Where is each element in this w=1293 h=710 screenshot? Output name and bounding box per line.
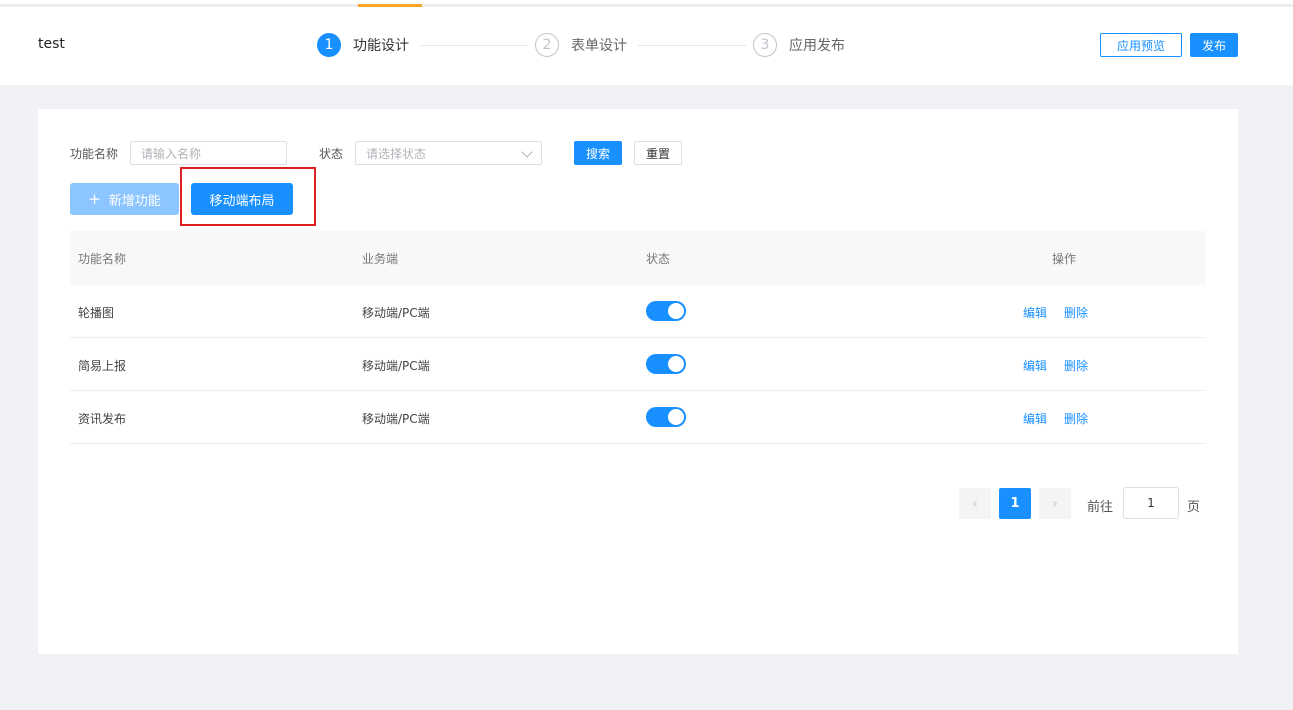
function-name-cell: 轮播图 — [78, 306, 115, 320]
publish-button[interactable]: 发布 — [1190, 33, 1238, 57]
column-header-platform: 业务端 — [362, 252, 399, 266]
page-number-current[interactable]: 1 — [999, 488, 1031, 519]
column-header-status: 状态 — [646, 252, 671, 266]
platform-cell: 移动端/PC端 — [362, 306, 430, 320]
edit-link[interactable]: 编辑 — [1023, 304, 1047, 321]
step-form-design[interactable]: 2 表单设计 — [535, 33, 627, 57]
app-preview-button[interactable]: 应用预览 — [1100, 33, 1182, 57]
delete-link[interactable]: 删除 — [1064, 410, 1088, 427]
function-name-cell: 资讯发布 — [78, 412, 127, 426]
add-function-label: 新增功能 — [108, 193, 161, 209]
step-label: 表单设计 — [571, 38, 627, 54]
next-page-button[interactable]: › — [1039, 488, 1071, 519]
table-header: 功能名称 业务端 状态 操作 — [70, 231, 1206, 285]
column-header-name: 功能名称 — [78, 252, 127, 266]
platform-cell: 移动端/PC端 — [362, 359, 430, 373]
edit-link[interactable]: 编辑 — [1023, 357, 1047, 374]
toggle-knob — [668, 356, 684, 372]
name-input-placeholder: 请输入名称 — [141, 146, 202, 161]
status-filter-label: 状态 — [319, 147, 344, 161]
status-toggle[interactable] — [646, 407, 686, 427]
table-row: 轮播图 移动端/PC端 编辑 删除 — [70, 285, 1206, 338]
step-function-design[interactable]: 1 功能设计 — [317, 33, 409, 57]
status-toggle[interactable] — [646, 354, 686, 374]
function-table: 功能名称 业务端 状态 操作 轮播图 移动端/PC端 编辑 删除 简易上报 移动… — [70, 231, 1206, 444]
chevron-down-icon — [521, 146, 533, 158]
step-app-publish[interactable]: 3 应用发布 — [753, 33, 845, 57]
goto-page-input[interactable]: 1 — [1123, 487, 1179, 519]
prev-page-button[interactable]: ‹ — [959, 488, 991, 519]
table-row: 简易上报 移动端/PC端 编辑 删除 — [70, 338, 1206, 391]
goto-label: 前往 — [1087, 500, 1114, 515]
step-number: 2 — [535, 33, 559, 57]
column-header-actions: 操作 — [1052, 252, 1077, 266]
name-filter-label: 功能名称 — [70, 147, 119, 161]
reset-button[interactable]: 重置 — [634, 141, 682, 165]
step-number: 1 — [317, 33, 341, 57]
toggle-knob — [668, 303, 684, 319]
toggle-knob — [668, 409, 684, 425]
app-title: test — [38, 36, 65, 52]
search-button[interactable]: 搜索 — [574, 141, 622, 165]
delete-link[interactable]: 删除 — [1064, 304, 1088, 321]
page-suffix-label: 页 — [1187, 500, 1201, 515]
delete-link[interactable]: 删除 — [1064, 357, 1088, 374]
function-name-cell: 简易上报 — [78, 359, 127, 373]
status-select-placeholder: 请选择状态 — [366, 146, 427, 161]
step-number: 3 — [753, 33, 777, 57]
step-label: 应用发布 — [789, 38, 845, 54]
add-function-button[interactable]: + 新增功能 — [70, 183, 179, 215]
status-select[interactable]: 请选择状态 — [355, 141, 542, 165]
chevron-left-icon: ‹ — [972, 495, 978, 512]
table-row: 资讯发布 移动端/PC端 编辑 删除 — [70, 391, 1206, 444]
platform-cell: 移动端/PC端 — [362, 412, 430, 426]
step-connector — [420, 45, 528, 46]
highlight-annotation-box — [180, 167, 316, 226]
step-label: 功能设计 — [353, 38, 409, 54]
step-connector — [638, 45, 746, 46]
chevron-right-icon: › — [1052, 495, 1058, 512]
plus-icon: + — [88, 190, 101, 208]
top-divider — [0, 4, 1293, 7]
edit-link[interactable]: 编辑 — [1023, 410, 1047, 427]
status-toggle[interactable] — [646, 301, 686, 321]
active-tab-indicator — [358, 4, 422, 7]
name-search-input[interactable]: 请输入名称 — [130, 141, 287, 165]
